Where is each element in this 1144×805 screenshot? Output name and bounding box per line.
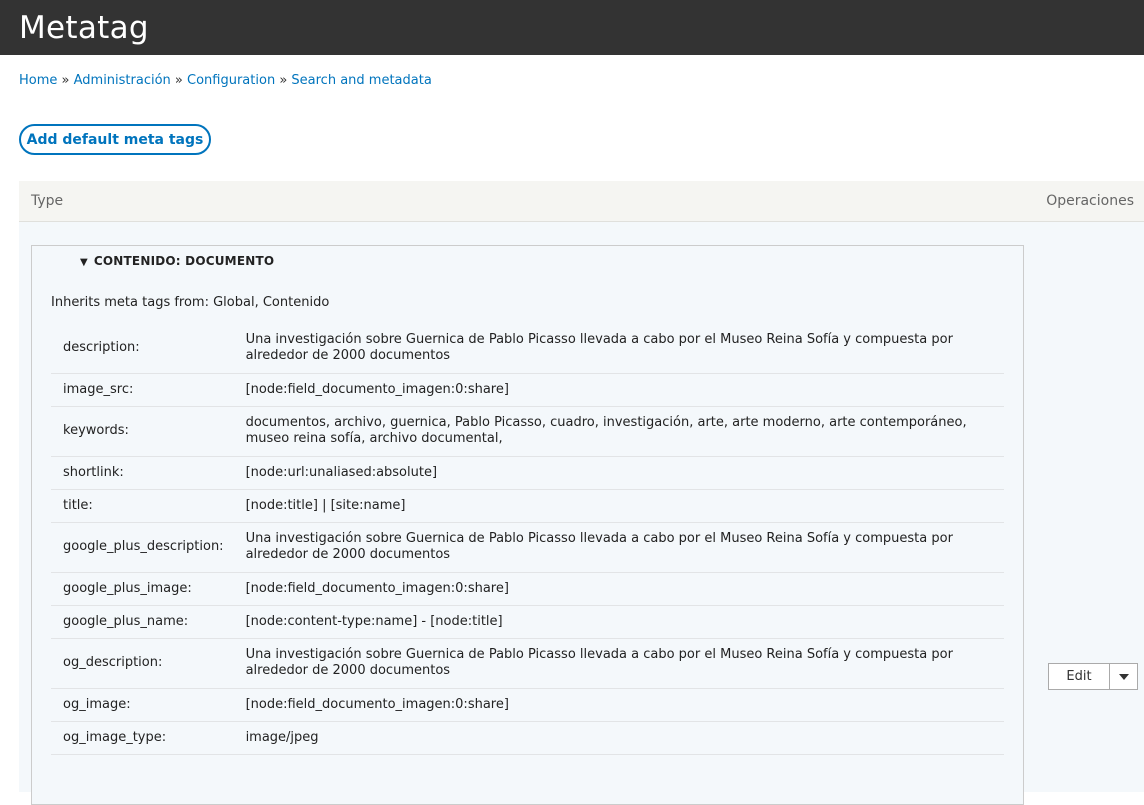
meta-tags-table: description: Una investigación sobre Guer… [51,324,1004,755]
meta-row: keywords: documentos, archivo, guernica, … [51,406,1004,457]
meta-row: og_image_type: image/jpeg [51,721,1004,755]
header-bar: Metatag [0,0,1144,55]
meta-value: [node:field_documento_imagen:0:share] [235,572,1004,606]
meta-row: og_description: Una investigación sobre G… [51,638,1004,689]
breadcrumb-admin[interactable]: Administración [74,73,171,88]
breadcrumb-home[interactable]: Home [19,73,57,88]
meta-key: description: [51,324,236,374]
meta-value: Una investigación sobre Guernica de Pabl… [235,638,1004,689]
meta-key: shortlink: [51,456,236,490]
add-default-meta-tags-button[interactable]: Add default meta tags [19,124,211,155]
meta-row: google_plus_name: [node:content-type:name… [51,605,1004,639]
meta-value: [node:content-type:name] - [node:title] [235,605,1004,639]
meta-key: google_plus_description: [51,522,236,573]
edit-button[interactable]: Edit [1048,663,1110,690]
breadcrumb-separator: » [57,73,74,88]
meta-key: keywords: [51,406,236,457]
meta-row: google_plus_image: [node:field_documento_… [51,572,1004,606]
breadcrumb-separator: » [170,73,188,88]
breadcrumb-separator: » [275,73,292,88]
inherits-text: Inherits meta tags from: Global, Conteni… [51,295,330,310]
metatag-group-fieldset: ▼ CONTENIDO: DOCUMENTO Inherits meta tags… [31,245,1024,805]
meta-row: image_src: [node:field_documento_imagen:0… [51,373,1004,407]
meta-key: title: [51,489,236,523]
meta-key: image_src: [51,373,236,407]
meta-key: google_plus_name: [51,605,236,639]
column-header-operations: Operaciones [1046,193,1134,209]
meta-row: title: [node:title] | [site:name] [51,489,1004,523]
meta-key: google_plus_image: [51,572,236,606]
meta-value: documentos, archivo, guernica, Pablo Pic… [235,406,1004,457]
breadcrumb-search-metadata[interactable]: Search and metadata [291,73,431,88]
meta-value: Una investigación sobre Guernica de Pabl… [235,522,1004,573]
meta-row: description: Una investigación sobre Guer… [51,324,1004,374]
caret-down-icon [1118,673,1129,680]
meta-key: og_description: [51,638,236,689]
meta-value: [node:title] | [site:name] [235,489,1004,523]
meta-row: shortlink: [node:url:unaliased:absolute] [51,456,1004,490]
breadcrumb-configuration[interactable]: Configuration [187,73,275,88]
meta-value: Una investigación sobre Guernica de Pabl… [235,324,1004,374]
meta-row: og_image: [node:field_documento_imagen:0:… [51,688,1004,722]
table-header: Type Operaciones [19,181,1144,222]
group-title: CONTENIDO: DOCUMENTO [93,254,275,268]
meta-value: [node:field_documento_imagen:0:share] [235,688,1004,722]
column-header-type: Type [31,193,64,209]
operations-dropdown-toggle[interactable] [1110,663,1138,690]
meta-value: [node:url:unaliased:absolute] [235,456,1004,490]
meta-value: image/jpeg [235,721,1004,755]
meta-key: og_image: [51,688,236,722]
meta-value: [node:field_documento_imagen:0:share] [235,373,1004,407]
breadcrumb: Home » Administración » Configuration » … [19,73,432,88]
page-title: Metatag [19,9,149,46]
operations-dropbutton: Edit [1048,663,1138,690]
triangle-down-icon: ▼ [80,257,88,268]
group-toggle[interactable]: ▼ CONTENIDO: DOCUMENTO [80,254,274,268]
meta-row: google_plus_description: Una investigació… [51,522,1004,573]
meta-key: og_image_type: [51,721,236,755]
